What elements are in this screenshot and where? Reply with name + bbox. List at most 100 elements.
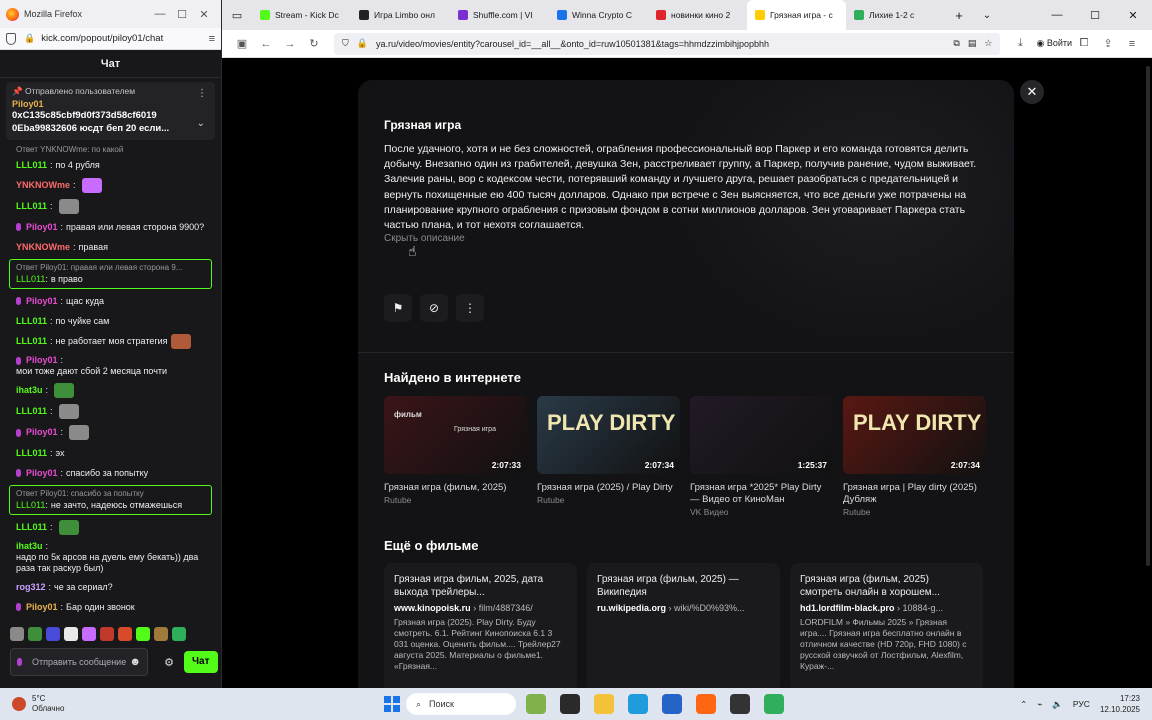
chat-username[interactable]: Piloy01 bbox=[26, 355, 58, 366]
menu-icon[interactable]: ≡ bbox=[1120, 38, 1144, 50]
chat-message[interactable]: LLL011: по чуйке сам bbox=[6, 311, 215, 331]
network-icon[interactable]: ⌁ bbox=[1037, 699, 1042, 710]
emote-button[interactable] bbox=[28, 627, 42, 641]
shield-icon[interactable]: ⛉ bbox=[342, 38, 349, 49]
result-title[interactable]: Грязная игра (фильм, 2025) — Википедия bbox=[597, 573, 770, 599]
chat-username[interactable]: LLL011 bbox=[16, 274, 45, 284]
pinned-message[interactable]: 📌 Отправлено пользователем Piloy01 0xC13… bbox=[6, 82, 215, 140]
share-icon[interactable]: ⇪ bbox=[1096, 37, 1120, 50]
back-icon[interactable]: ← bbox=[254, 38, 278, 50]
star-icon[interactable]: ☆ bbox=[984, 38, 992, 49]
chevron-down-icon[interactable]: ⌄ bbox=[197, 118, 205, 129]
download-icon[interactable]: ⤓ bbox=[1008, 37, 1032, 50]
chat-username[interactable]: LLL011 bbox=[16, 316, 47, 327]
browser-tab[interactable]: Грязная игра - с bbox=[747, 0, 846, 30]
result-source[interactable]: ru.wikipedia.org › wiki/%D0%93%... bbox=[597, 603, 770, 613]
volume-icon[interactable]: 🔈 bbox=[1052, 699, 1063, 710]
chat-message[interactable]: Piloy01: Бар один звонок bbox=[6, 597, 215, 617]
browser-tab[interactable]: Shuffle.com | VI bbox=[450, 0, 549, 30]
chat-username[interactable]: YNKNOWme bbox=[16, 242, 70, 253]
login-button[interactable]: ◉ Войти bbox=[1036, 38, 1072, 49]
chat-message[interactable]: ihat3u: bbox=[6, 380, 215, 401]
chat-message[interactable]: LLL011: эх bbox=[6, 443, 215, 463]
tab-list-icon[interactable]: ▭ bbox=[222, 9, 252, 22]
close-icon[interactable]: ✕ bbox=[193, 8, 215, 21]
result-source[interactable]: www.kinopoisk.ru › film/4887346/ bbox=[394, 603, 567, 613]
hide-description-link[interactable]: Скрыть описание bbox=[384, 233, 465, 244]
url-bar[interactable]: ⛉ 🔒 ya.ru/video/movies/entity?carousel_i… bbox=[334, 32, 1001, 55]
result-source[interactable]: hd1.lordfilm-black.pro › 10884-g... bbox=[800, 603, 973, 613]
browser-tab[interactable]: Stream - Kick Dc bbox=[252, 0, 351, 30]
shield-icon[interactable] bbox=[6, 32, 16, 45]
chat-username[interactable]: ihat3u bbox=[16, 541, 43, 552]
scrollbar[interactable] bbox=[1146, 66, 1150, 566]
new-tab-icon[interactable]: + bbox=[945, 8, 973, 23]
web-result-card[interactable]: Грязная игра фильм, 2025, дата выхода тр… bbox=[384, 563, 577, 688]
video-thumbnail[interactable]: фильм Грязная игра 2:07:33 bbox=[384, 396, 527, 474]
pinned-options-icon[interactable]: ⋮ bbox=[197, 88, 207, 99]
emote-button[interactable] bbox=[82, 627, 96, 641]
chevron-up-icon[interactable]: ⌃ bbox=[1020, 699, 1027, 710]
store-icon[interactable] bbox=[662, 694, 682, 714]
chat-username[interactable]: LLL011 bbox=[16, 522, 47, 533]
chat-username[interactable]: Piloy01 bbox=[26, 222, 58, 233]
video-card[interactable]: PLAY DIRTY 2:07:34 Грязная игра | Play dir… bbox=[843, 396, 986, 517]
maximize-icon[interactable]: ☐ bbox=[1076, 9, 1114, 22]
chat-message-input[interactable]: Отправить сообщение ☻ bbox=[10, 648, 148, 676]
video-card[interactable]: фильм Грязная игра 2:07:33 Грязная игра (фи… bbox=[384, 396, 527, 517]
video-title[interactable]: Грязная игра (2025) / Play Dirty bbox=[537, 482, 680, 494]
chat-message[interactable]: Piloy01: bbox=[6, 422, 215, 443]
smiley-icon[interactable]: ☻ bbox=[129, 657, 141, 668]
reply-message[interactable]: Ответ Piloy01: правая или левая сторона … bbox=[9, 259, 212, 289]
url-text[interactable]: ya.ru/video/movies/entity?carousel_id=__… bbox=[376, 39, 945, 49]
video-title[interactable]: Грязная игра (фильм, 2025) bbox=[384, 482, 527, 494]
block-icon[interactable]: ⊘ bbox=[420, 294, 448, 322]
bookmark-icon[interactable]: ⚑ bbox=[384, 294, 412, 322]
reload-icon[interactable]: ↻ bbox=[302, 37, 326, 50]
firefox-icon[interactable] bbox=[696, 694, 716, 714]
chat-username[interactable]: Piloy01 bbox=[26, 296, 58, 307]
reply-message[interactable]: Ответ YNKNOWme: по какой LLL011: по 4 рубл… bbox=[6, 144, 215, 175]
maximize-icon[interactable]: ☐ bbox=[171, 8, 193, 21]
chat-username[interactable]: LLL011 bbox=[16, 406, 47, 417]
chat-username[interactable]: LLL011 bbox=[16, 201, 47, 212]
forward-icon[interactable]: → bbox=[278, 38, 302, 50]
emote-button[interactable] bbox=[172, 627, 186, 641]
taskbar-search[interactable]: ⌕ Поиск bbox=[406, 693, 516, 715]
chat-username[interactable]: YNKNOWme bbox=[16, 180, 70, 191]
browser-tab[interactable]: Игра Limbo онл bbox=[351, 0, 450, 30]
chat-message[interactable]: LLL011: bbox=[6, 517, 215, 538]
chat-message[interactable]: LLL011: bbox=[6, 401, 215, 422]
browser-tab[interactable]: Winna Crypto C bbox=[549, 0, 648, 30]
result-title[interactable]: Грязная игра фильм, 2025, дата выхода тр… bbox=[394, 573, 567, 599]
more-options-icon[interactable]: ⋮ bbox=[456, 294, 484, 322]
clock[interactable]: 17:23 12.10.2025 bbox=[1100, 693, 1140, 715]
emote-button[interactable] bbox=[46, 627, 60, 641]
chat-message[interactable]: ihat3u: надо по 5к арсов на дуель ему бек… bbox=[6, 538, 215, 577]
chat-username[interactable]: LLL011 bbox=[16, 160, 47, 171]
chat-username[interactable]: Piloy01 bbox=[26, 602, 58, 613]
web-result-card[interactable]: Грязная игра (фильм, 2025) смотреть онла… bbox=[790, 563, 983, 688]
chat-username[interactable]: LLL011 bbox=[16, 336, 47, 347]
reader-icon[interactable]: ▤ bbox=[968, 38, 977, 49]
chat-username[interactable]: ihat3u bbox=[16, 385, 43, 396]
chat-username[interactable]: LLL011 bbox=[16, 448, 47, 459]
video-thumbnail[interactable]: PLAY DIRTY 2:07:34 bbox=[843, 396, 986, 474]
chat-message[interactable]: LLL011: bbox=[6, 196, 215, 217]
reply-message[interactable]: Ответ Piloy01: спасибо за попытку LLL011:… bbox=[9, 485, 212, 515]
video-card[interactable]: PLAY DIRTY 2:07:34 Грязная игра (2025) / P… bbox=[537, 396, 680, 517]
app-icon[interactable] bbox=[730, 694, 750, 714]
windows-start-icon[interactable] bbox=[384, 696, 400, 712]
minimize-icon[interactable]: — bbox=[1038, 9, 1076, 22]
extensions-icon[interactable]: ⧠ bbox=[1072, 37, 1096, 50]
chat-message[interactable]: YNKNOWme: bbox=[6, 175, 215, 196]
video-title[interactable]: Грязная игра *2025* Play Dirty — Видео о… bbox=[690, 482, 833, 506]
chat-username[interactable]: Piloy01 bbox=[26, 468, 58, 479]
gear-icon[interactable]: ⚙ bbox=[158, 656, 180, 669]
chat-message[interactable]: Piloy01: мои тоже дают сбой 2 месяца почт… bbox=[6, 352, 215, 380]
chevron-down-icon[interactable]: ⌄ bbox=[973, 10, 1001, 21]
web-result-card[interactable]: Грязная игра (фильм, 2025) — Википедия ru… bbox=[587, 563, 780, 688]
chat-url-bar[interactable]: 🔒 kick.com/popout/piloy01/chat ≡ bbox=[0, 28, 221, 50]
file-explorer-icon[interactable] bbox=[594, 694, 614, 714]
task-view-icon[interactable] bbox=[560, 694, 580, 714]
